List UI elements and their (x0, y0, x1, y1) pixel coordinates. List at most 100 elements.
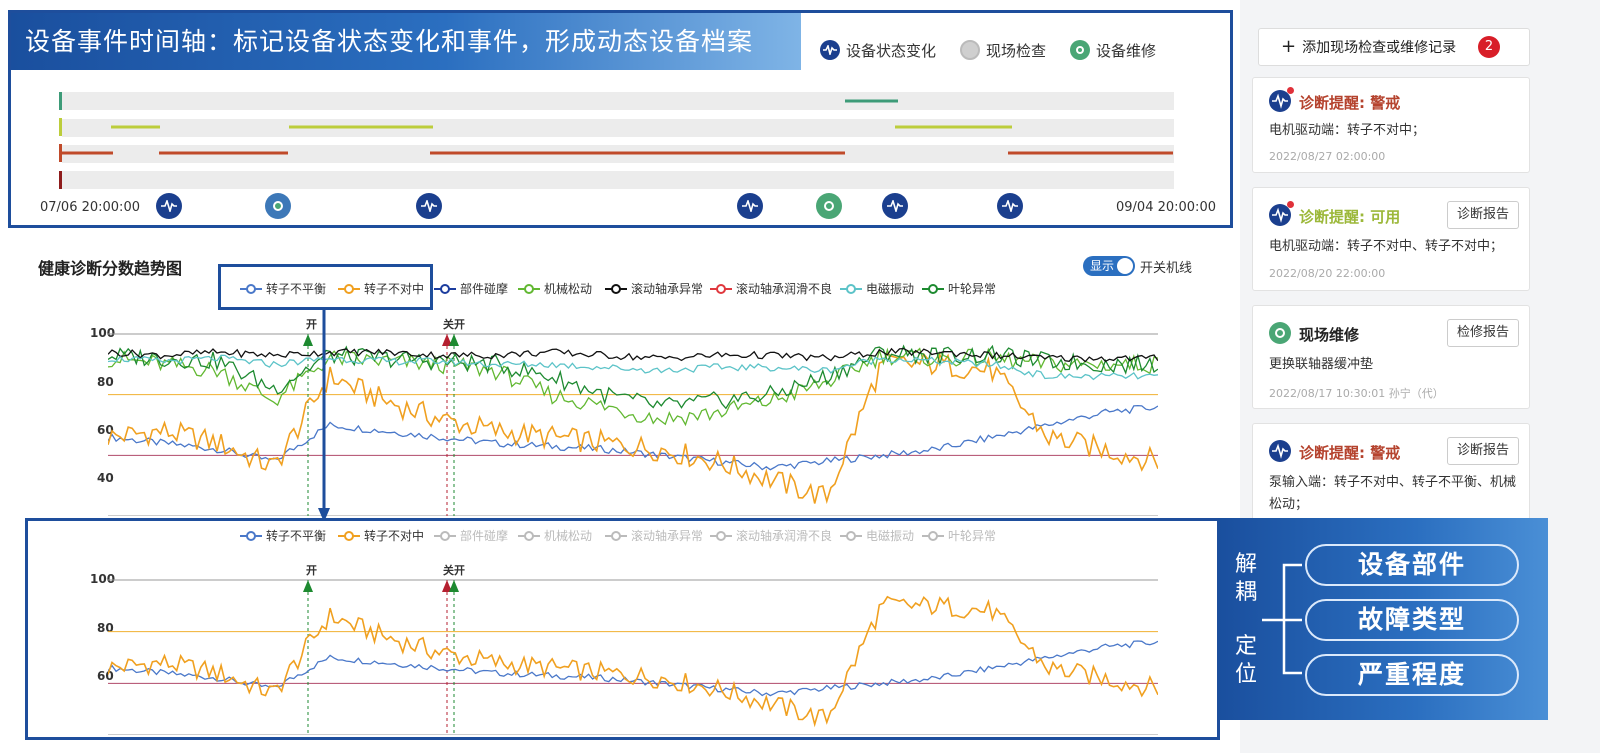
zoom-legend-bearing[interactable]: 滚动轴承异常 (605, 527, 703, 544)
legend-label: 电磁振动 (866, 282, 915, 296)
diagnosis-report-button[interactable]: 诊断报告 (1446, 201, 1519, 229)
legend-status-change[interactable]: 设备状态变化 (820, 38, 936, 62)
legend-rotor-misalign[interactable]: 转子不对中 (338, 280, 424, 297)
power-line-toggle[interactable]: 显示 (1083, 256, 1135, 276)
event-pulse-icon[interactable] (416, 193, 442, 219)
zoom-legend-loose[interactable]: 机械松动 (518, 527, 592, 544)
legend-rub[interactable]: 部件碰摩 (434, 280, 508, 297)
pill-equipment-part: 设备部件 (1305, 544, 1519, 586)
series-line-1 (108, 352, 1158, 505)
legend-electromagnetic[interactable]: 电磁振动 (840, 280, 914, 297)
wrench-icon (1070, 40, 1090, 60)
decouple-char: 耦 (1234, 580, 1257, 605)
pulse-icon (1269, 87, 1294, 112)
legend-loose[interactable]: 机械松动 (518, 280, 592, 297)
legend-label: 转子不对中 (364, 282, 425, 296)
card-title: 诊断提醒: 警戒 (1299, 444, 1401, 462)
legend-marker (518, 530, 540, 541)
plus-icon: + (1281, 36, 1297, 57)
locate-char: 定 (1234, 634, 1257, 659)
health-score-chart (108, 333, 1158, 516)
legend-marker (922, 283, 944, 294)
event-card[interactable]: 诊断提醒: 警戒 电机驱动端：转子不对中； 2022/08/27 02:00:0… (1252, 77, 1530, 173)
legend-label: 滚动轴承润滑不良 (736, 529, 833, 543)
legend-marker (338, 283, 360, 294)
zoom-legend-electromagnetic[interactable]: 电磁振动 (840, 527, 914, 544)
event-pulse-icon[interactable] (737, 193, 763, 219)
zoom-legend-rotor-misalign[interactable]: 转子不对中 (338, 527, 424, 544)
legend-repair[interactable]: 设备维修 (1070, 38, 1156, 62)
power-marker-arrow (303, 580, 313, 592)
legend-rotor-unbalance[interactable]: 转子不平衡 (240, 280, 326, 297)
pulse-icon (1269, 440, 1291, 462)
legend-site-check[interactable]: 现场检查 (960, 38, 1046, 62)
legend-label: 转子不对中 (364, 529, 425, 543)
eye-icon (960, 40, 980, 60)
zoom-legend-impeller[interactable]: 叶轮异常 (922, 527, 996, 544)
legend-marker (840, 283, 862, 294)
card-title: 现场维修 (1299, 326, 1360, 344)
power-marker-arrow (449, 334, 459, 346)
legend-marker (710, 283, 732, 294)
timeline-start-date: 07/06 20:00:00 (40, 200, 140, 215)
card-title: 诊断提醒: 警戒 (1299, 94, 1401, 112)
legend-label: 电磁振动 (866, 529, 915, 543)
timeline-segments (59, 92, 1173, 189)
add-record-label: 添加现场检查或维修记录 (1302, 40, 1457, 56)
event-card[interactable]: 诊断提醒: 可用 诊断报告 电机驱动端：转子不对中、转子不对中； 2022/08… (1252, 187, 1530, 291)
pill-fault-type: 故障类型 (1305, 599, 1519, 641)
timeline-banner: 设备事件时间轴：标记设备状态变化和事件，形成动态设备档案 (11, 13, 801, 70)
legend-label: 叶轮异常 (948, 282, 997, 296)
series-line-0 (108, 640, 1158, 697)
zoom-legend-rotor-unbalance[interactable]: 转子不平衡 (240, 527, 326, 544)
legend-label: 部件碰摩 (460, 282, 509, 296)
repair-report-button[interactable]: 检修报告 (1446, 319, 1519, 347)
legend-lubrication[interactable]: 滚动轴承润滑不良 (710, 280, 832, 297)
power-marker-arrow (303, 334, 313, 346)
event-pulse-icon[interactable] (156, 193, 182, 219)
legend-marker (840, 530, 862, 541)
legend-marker (434, 283, 456, 294)
event-pulse-icon[interactable] (997, 193, 1023, 219)
legend-label: 部件碰摩 (460, 529, 509, 543)
event-wrench-icon[interactable] (265, 193, 291, 219)
legend-marker (240, 530, 262, 541)
legend-marker (605, 283, 627, 294)
card-timestamp: 2022/08/17 10:30:01 孙宁（代） (1269, 387, 1444, 400)
legend-label: 叶轮异常 (948, 529, 997, 543)
legend-label: 现场检查 (986, 41, 1047, 60)
pulse-icon (1269, 201, 1294, 226)
pill-severity: 严重程度 (1305, 654, 1519, 696)
legend-label: 设备维修 (1096, 41, 1157, 60)
zoom-legend-lubrication[interactable]: 滚动轴承润滑不良 (710, 527, 832, 544)
wrench-icon (1269, 322, 1291, 344)
diagnosis-report-button[interactable]: 诊断报告 (1446, 437, 1519, 465)
card-description: 电机驱动端：转子不对中； (1269, 123, 1426, 138)
decouple-char: 解 (1234, 552, 1257, 577)
event-wrench-icon[interactable] (816, 193, 842, 219)
toggle-caption: 开关机线 (1140, 261, 1193, 276)
legend-impeller[interactable]: 叶轮异常 (922, 280, 996, 297)
zoomed-score-chart (108, 579, 1158, 735)
legend-label: 转子不平衡 (266, 282, 327, 296)
legend-label: 机械松动 (544, 282, 593, 296)
chart-title: 健康诊断分数趋势图 (38, 259, 183, 278)
zoom-arrow (318, 308, 330, 522)
legend-bearing[interactable]: 滚动轴承异常 (605, 280, 703, 297)
legend-marker (710, 530, 732, 541)
card-timestamp: 2022/08/27 02:00:00 (1269, 150, 1386, 163)
marker-label-offon: 关开 (443, 318, 465, 331)
event-pulse-icon[interactable] (882, 193, 908, 219)
power-marker-arrow (449, 580, 459, 592)
event-card[interactable]: 现场维修 检修报告 更换联轴器缓冲垫 2022/08/17 10:30:01 孙… (1252, 305, 1530, 409)
zoom-legend-rub[interactable]: 部件碰摩 (434, 527, 508, 544)
legend-label: 设备状态变化 (846, 41, 937, 60)
legend-label: 滚动轴承异常 (631, 529, 704, 543)
card-description: 泵输入端：转子不对中、转子不平衡、机械松动； (1269, 475, 1517, 512)
legend-marker (434, 530, 456, 541)
card-timestamp: 2022/08/20 22:00:00 (1269, 267, 1386, 280)
legend-label: 滚动轴承异常 (631, 282, 704, 296)
legend-label: 滚动轴承润滑不良 (736, 282, 833, 296)
legend-marker (518, 283, 540, 294)
pulse-icon (820, 40, 840, 60)
